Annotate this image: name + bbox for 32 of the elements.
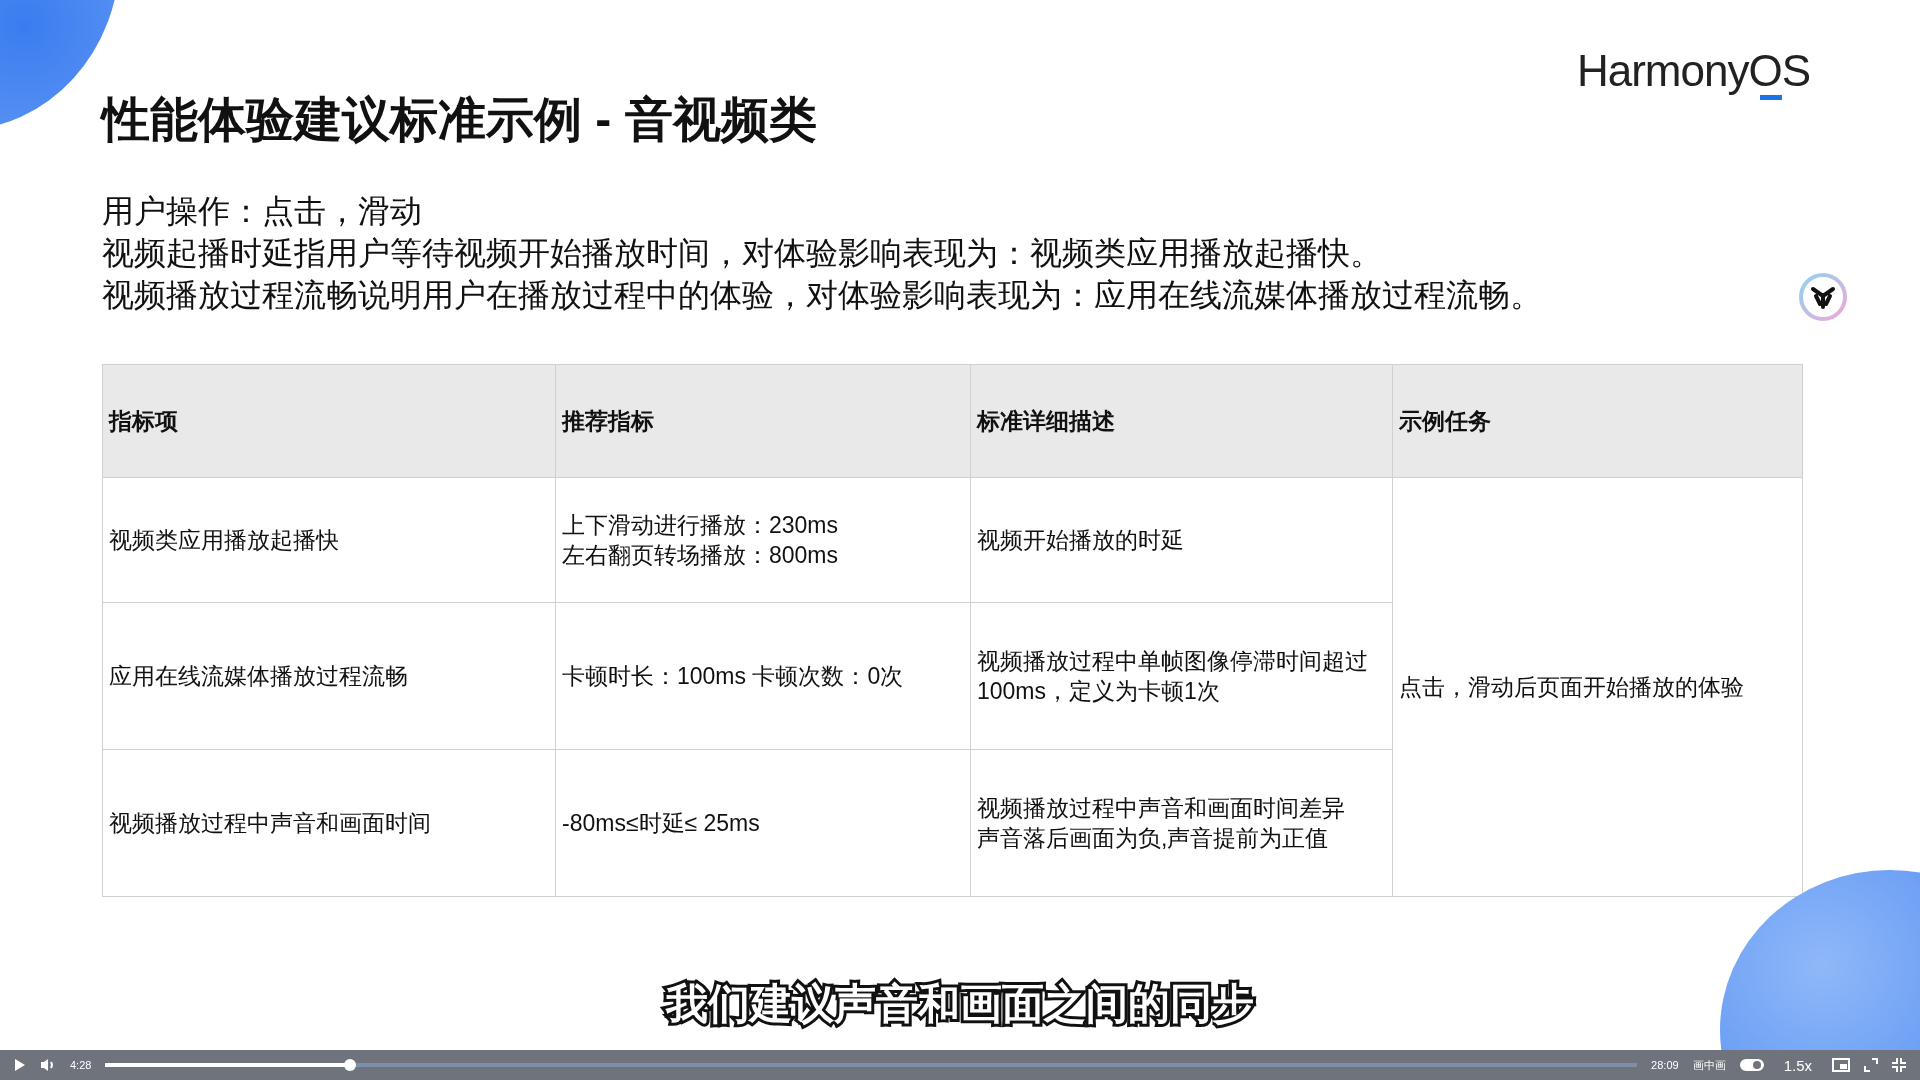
table-cell-text: 视频播放过程中单帧图像停滞时间超过100ms，定义为卡顿1次	[977, 647, 1369, 706]
fullscreen-icon[interactable]	[1864, 1058, 1878, 1072]
mini-player-icon[interactable]	[1832, 1058, 1850, 1072]
column-header: 指标项	[109, 407, 178, 434]
table-cell-text: 卡顿时长：100ms 卡顿次数：0次	[562, 662, 904, 691]
table-cell-text: 视频开始播放的时延	[977, 526, 1184, 555]
column-header: 推荐指标	[562, 407, 654, 434]
current-time: 4:28	[70, 1059, 92, 1071]
table-cell-text: 左右翻页转场播放：800ms	[562, 541, 839, 570]
assistant-icon[interactable]	[1798, 272, 1848, 322]
table-cell-text: 视频播放过程中声音和画面时间差异	[977, 794, 1345, 823]
speed-button[interactable]: 1.5x	[1777, 1056, 1818, 1074]
pip-toggle[interactable]	[1739, 1059, 1764, 1071]
intro-text: 视频播放过程流畅说明用户在播放过程中的体验，对体验影响表现为：应用在线流媒体播放过程流畅。	[102, 276, 1542, 315]
exit-fullscreen-icon[interactable]	[1892, 1058, 1906, 1072]
slide-title: 性能体验建议标准示例 - 音视频类	[102, 92, 817, 148]
column-header: 标准详细描述	[977, 407, 1115, 434]
intro-text: 视频起播时延指用户等待视频开始播放时间，对体验影响表现为：视频类应用播放起播快。	[102, 234, 1383, 273]
table-cell: 点击，滑动后页面开始播放的体验	[1399, 674, 1744, 700]
volume-icon[interactable]	[40, 1058, 56, 1072]
table-cell-text: -80ms≤时延≤ 25ms	[562, 809, 760, 838]
table-cell-text: 视频类应用播放起播快	[109, 526, 339, 555]
table-cell-text: 视频播放过程中声音和画面时间	[109, 809, 431, 838]
table-cell-text: 声音落后画面为负,声音提前为正值	[977, 824, 1329, 853]
intro-text: 用户操作：点击，滑动	[102, 192, 423, 231]
pip-label: 画中画	[1692, 1057, 1726, 1073]
duration: 28:09	[1651, 1059, 1679, 1071]
table-cell-text: 应用在线流媒体播放过程流畅	[109, 662, 408, 691]
subtitle: 我们建议声音和画面之间的同步	[660, 970, 1260, 1038]
table-cell-text: 上下滑动进行播放：230ms	[562, 511, 839, 540]
play-icon[interactable]	[14, 1058, 26, 1072]
column-header: 示例任务	[1399, 407, 1491, 434]
